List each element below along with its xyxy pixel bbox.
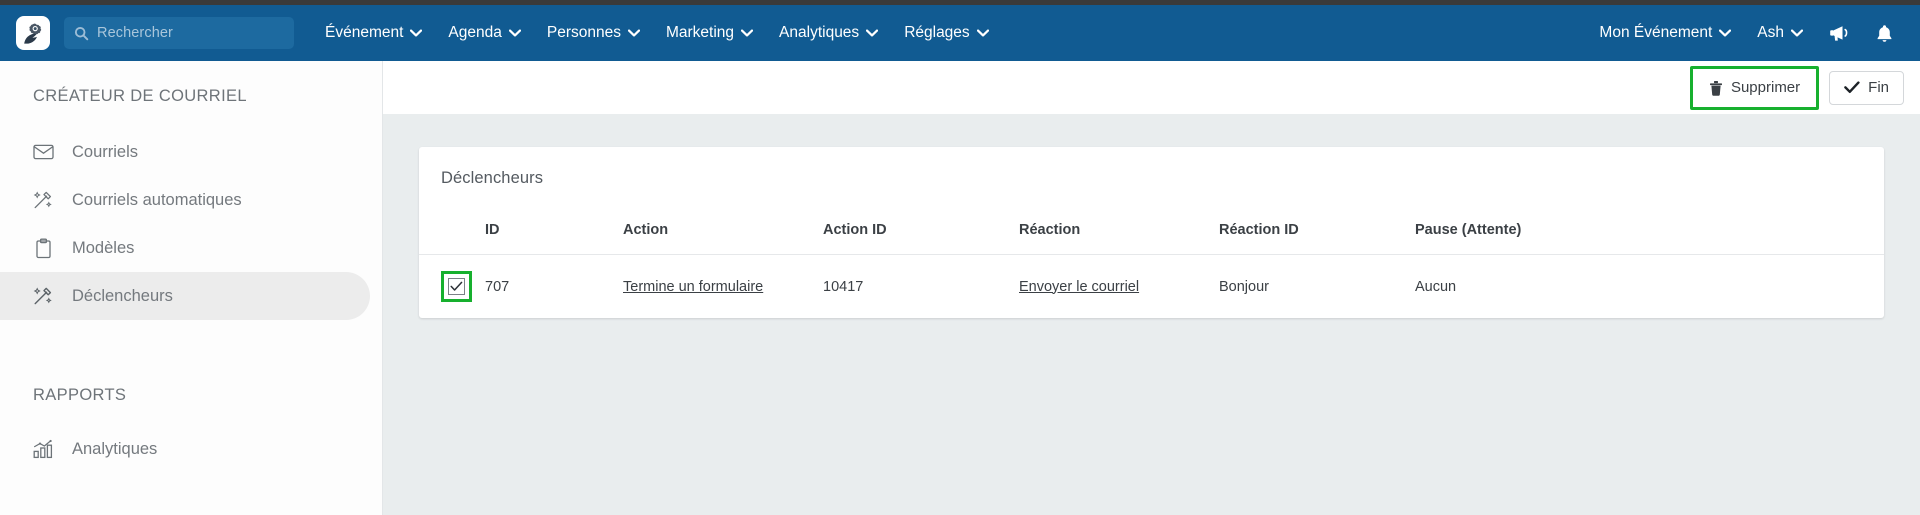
app-logo[interactable]: [16, 16, 50, 50]
nav-item-reglages[interactable]: Réglages: [891, 16, 1002, 50]
envelope-icon: [32, 141, 54, 163]
clipboard-icon: [32, 237, 54, 259]
check-icon: [1844, 81, 1860, 94]
column-header-select: [419, 210, 485, 255]
nav-item-agenda[interactable]: Agenda: [435, 16, 533, 50]
sidebar-item-label: Courriels automatiques: [72, 190, 242, 209]
sidebar-item-modeles[interactable]: Modèles: [0, 224, 370, 272]
main-content: Supprimer Fin Déclencheurs ID Action Act…: [383, 61, 1920, 515]
magic-wand-icon: [32, 285, 54, 307]
column-header-id: ID: [485, 210, 623, 255]
row-select-cell: [419, 255, 485, 319]
search-icon: [74, 26, 89, 41]
primary-nav: Événement Agenda Personnes Marketing Ana…: [312, 16, 1002, 50]
done-button-label: Fin: [1868, 79, 1889, 96]
nav-item-label: Événement: [325, 24, 404, 41]
chevron-down-icon: [508, 29, 521, 37]
triggers-table: ID Action Action ID Réaction Réaction ID…: [419, 210, 1884, 318]
nav-item-personnes[interactable]: Personnes: [534, 16, 653, 50]
cell-id: 707: [485, 278, 510, 295]
chevron-down-icon: [866, 29, 879, 37]
magic-wand-icon: [32, 189, 54, 211]
row-checkbox-highlight: [441, 271, 472, 302]
column-header-action: Action: [623, 210, 823, 255]
nav-item-analytiques[interactable]: Analytiques: [766, 16, 891, 50]
action-link[interactable]: Termine un formulaire: [623, 279, 763, 295]
chevron-down-icon: [410, 29, 423, 37]
sidebar-item-analytiques[interactable]: Analytiques: [0, 425, 370, 473]
delete-button-label: Supprimer: [1730, 79, 1801, 96]
sidebar-item-label: Déclencheurs: [72, 286, 173, 305]
nav-item-label: Analytiques: [779, 24, 860, 41]
nav-item-label: Marketing: [665, 24, 735, 41]
column-header-action-id: Action ID: [823, 210, 1019, 255]
page-shell: CRÉATEUR DE COURRIEL Courriels Courriels…: [0, 61, 1920, 515]
bar-chart-icon: [32, 438, 54, 460]
sidebar-item-label: Courriels: [72, 142, 139, 161]
cell-reaction: Envoyer le courriel: [1019, 255, 1219, 319]
column-header-reaction-id: Réaction ID: [1219, 210, 1415, 255]
sidebar-section-title-email-creator: CRÉATEUR DE COURRIEL: [33, 87, 247, 105]
row-checkbox[interactable]: [448, 278, 465, 295]
announcements-button[interactable]: [1816, 17, 1863, 50]
bird-flower-logo-icon: [24, 23, 42, 44]
nav-item-label: Personnes: [546, 24, 621, 41]
delete-button-highlight: Supprimer: [1689, 65, 1820, 110]
user-menu-label: Ash: [1757, 24, 1784, 41]
sidebar-item-label: Analytiques: [72, 439, 158, 458]
chevron-down-icon: [627, 29, 640, 37]
content-toolbar: Supprimer Fin: [383, 61, 1920, 114]
nav-item-marketing[interactable]: Marketing: [653, 16, 766, 50]
table-header: ID Action Action ID Réaction Réaction ID…: [419, 210, 1884, 255]
trash-icon: [1709, 80, 1723, 96]
nav-item-label: Réglages: [904, 24, 970, 41]
table-body: 707 Termine un formulaire 10417 Envoyer …: [419, 255, 1884, 319]
chevron-down-icon: [741, 29, 754, 37]
cell-pause: Aucun: [1415, 278, 1457, 295]
column-header-reaction: Réaction: [1019, 210, 1219, 255]
bell-icon: [1876, 24, 1893, 43]
triggers-card: Déclencheurs ID Action Action ID Réactio…: [419, 147, 1884, 318]
megaphone-icon: [1829, 25, 1850, 42]
done-button[interactable]: Fin: [1829, 70, 1904, 105]
table-row: 707 Termine un formulaire 10417 Envoyer …: [419, 255, 1884, 319]
column-header-pause: Pause (Attente): [1415, 210, 1884, 255]
card-title: Déclencheurs: [441, 169, 544, 187]
cell-reaction-id: Bonjour: [1219, 278, 1269, 295]
sidebar-item-courriels[interactable]: Courriels: [0, 128, 370, 176]
search-placeholder: Rechercher: [97, 25, 173, 41]
table-header-row: ID Action Action ID Réaction Réaction ID…: [419, 210, 1884, 255]
event-switcher-label: Mon Événement: [1599, 24, 1713, 41]
nav-item-evenement[interactable]: Événement: [312, 16, 435, 50]
chevron-down-icon: [976, 29, 989, 37]
search-input[interactable]: Rechercher: [64, 17, 294, 49]
delete-button[interactable]: Supprimer: [1694, 70, 1815, 105]
cell-action: Termine un formulaire: [623, 255, 823, 319]
sidebar-section-title-reports: RAPPORTS: [33, 386, 127, 404]
notifications-button[interactable]: [1863, 16, 1906, 51]
nav-item-label: Agenda: [448, 24, 502, 41]
user-menu[interactable]: Ash: [1744, 16, 1816, 50]
sidebar: CRÉATEUR DE COURRIEL Courriels Courriels…: [0, 61, 383, 515]
navbar-right-group: Mon Événement Ash: [1586, 5, 1906, 61]
sidebar-item-courriels-automatiques[interactable]: Courriels automatiques: [0, 176, 370, 224]
top-navbar: Rechercher Événement Agenda Personnes Ma…: [0, 5, 1920, 61]
check-icon: [450, 281, 463, 291]
chevron-down-icon: [1719, 29, 1732, 37]
cell-action-id: 10417: [823, 278, 864, 295]
event-switcher[interactable]: Mon Événement: [1586, 16, 1744, 50]
sidebar-item-label: Modèles: [72, 238, 135, 257]
reaction-link[interactable]: Envoyer le courriel: [1019, 279, 1139, 295]
chevron-down-icon: [1791, 29, 1803, 37]
sidebar-item-declencheurs[interactable]: Déclencheurs: [0, 272, 370, 320]
content-area: Déclencheurs ID Action Action ID Réactio…: [383, 114, 1920, 515]
